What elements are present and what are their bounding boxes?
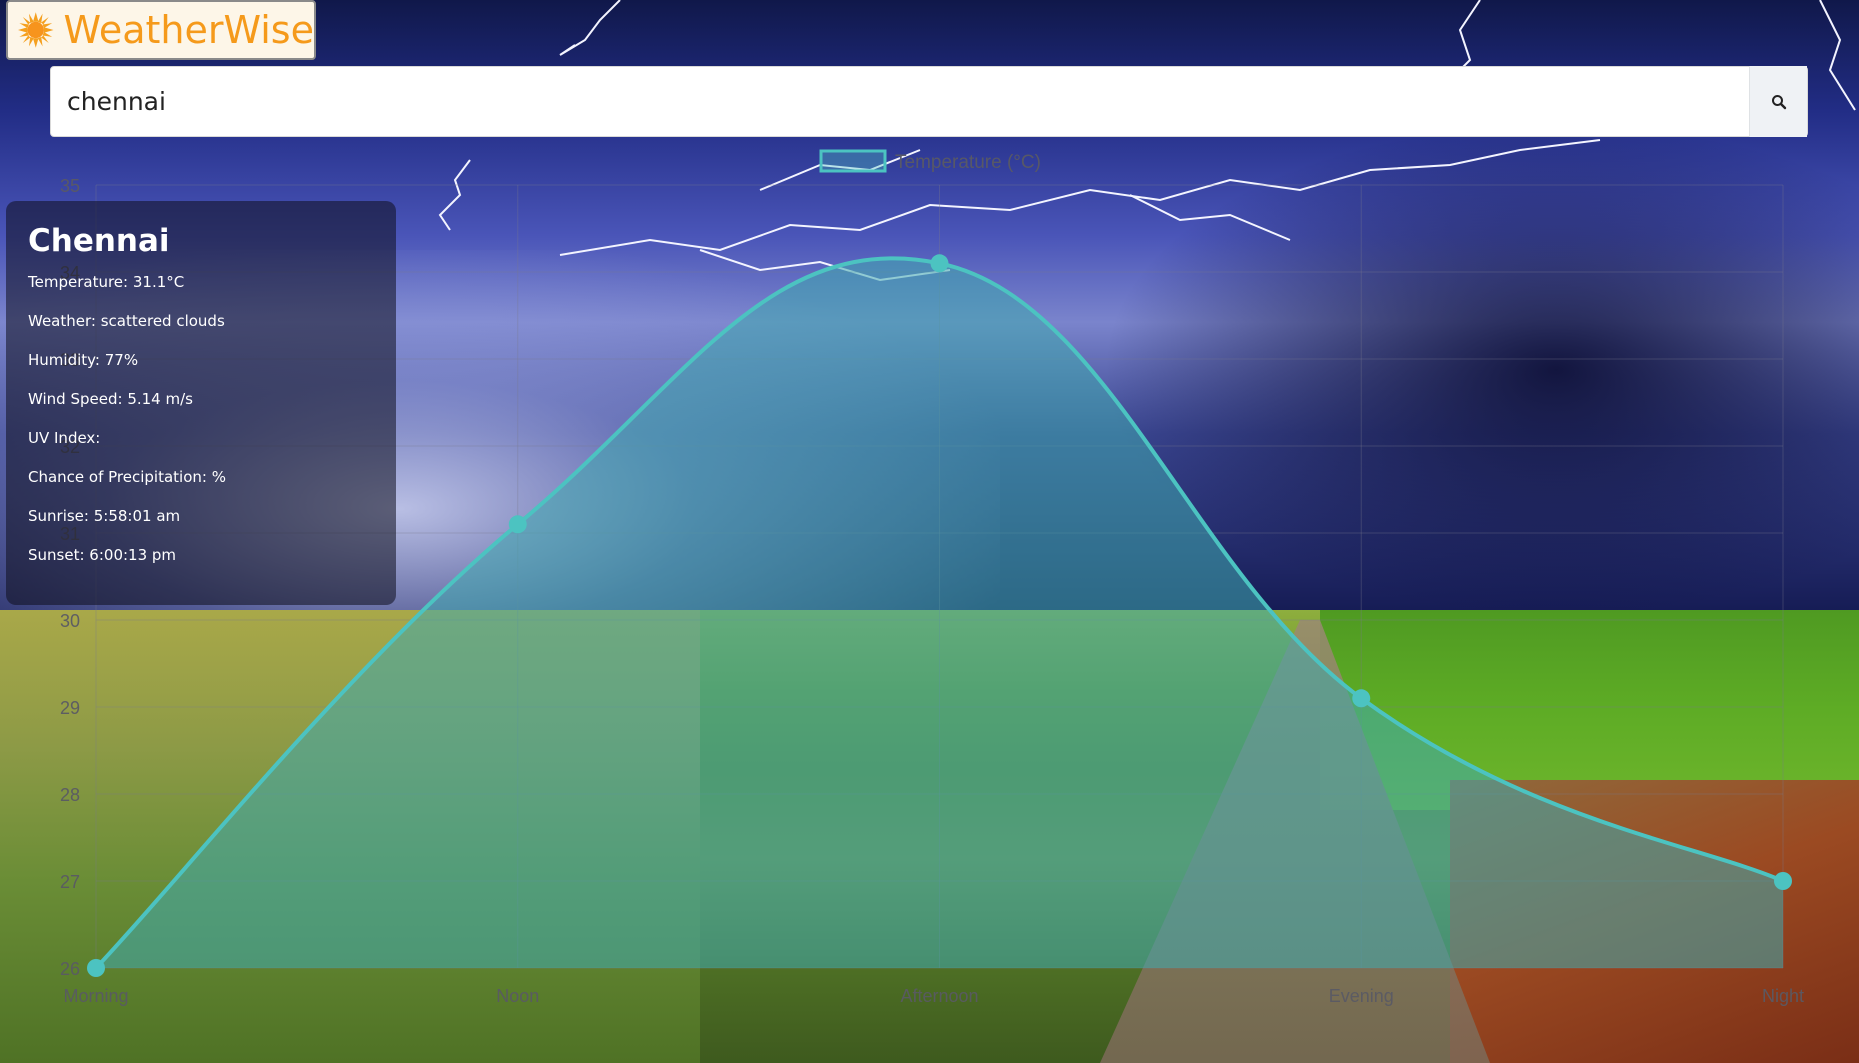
humidity-row: Humidity: 77% — [28, 351, 139, 369]
x-tick-label: Noon — [496, 986, 539, 1006]
x-tick-label: Morning — [63, 986, 128, 1006]
search-input[interactable] — [51, 67, 1749, 136]
legend-label: Temperature (°C) — [895, 152, 1041, 173]
search-bar — [50, 66, 1808, 137]
x-tick-label: Night — [1762, 986, 1804, 1006]
weather-info-panel: Chennai Temperature: 31.1°C Weather: sca… — [6, 201, 396, 605]
x-tick-label: Afternoon — [900, 986, 978, 1006]
data-point — [1352, 689, 1371, 708]
sunrise-row: Sunrise: 5:58:01 am — [28, 507, 181, 525]
city-name: Chennai — [28, 223, 170, 259]
brand-name: WeatherWise — [63, 8, 314, 52]
data-point — [508, 515, 527, 534]
sunset-row: Sunset: 6:00:13 pm — [28, 546, 177, 564]
legend-swatch — [819, 149, 887, 173]
search-icon — [1771, 94, 1786, 109]
y-tick-label: 30 — [60, 611, 80, 631]
data-point — [87, 959, 105, 977]
wind-speed-row: Wind Speed: 5.14 m/s — [28, 390, 193, 408]
y-tick-label: 27 — [60, 872, 80, 892]
search-button[interactable] — [1749, 66, 1807, 137]
y-tick-label: 35 — [60, 176, 80, 196]
precipitation-row: Chance of Precipitation: % — [28, 468, 227, 486]
weather-row: Weather: scattered clouds — [28, 312, 225, 330]
y-tick-label: 26 — [60, 959, 80, 979]
data-point — [1774, 872, 1792, 890]
x-tick-label: Evening — [1329, 986, 1394, 1006]
y-tick-label: 29 — [60, 698, 80, 718]
temperature-row: Temperature: 31.1°C — [28, 273, 185, 291]
app-logo[interactable]: WeatherWise — [6, 0, 316, 60]
sun-icon — [18, 12, 54, 48]
data-point — [930, 254, 949, 273]
uv-index-row: UV Index: — [28, 429, 101, 447]
y-tick-label: 28 — [60, 785, 80, 805]
